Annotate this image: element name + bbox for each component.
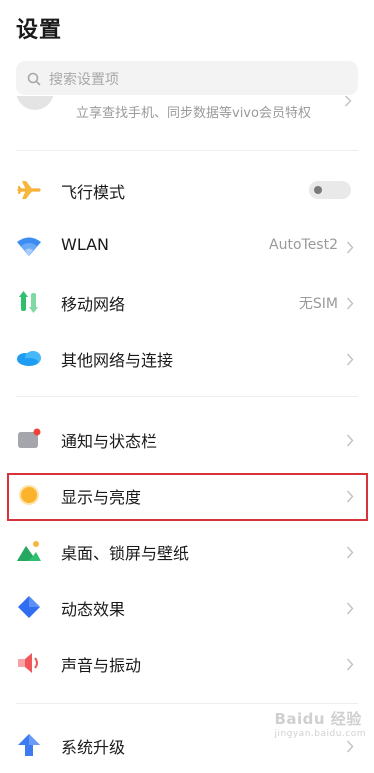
settings-item-value: AutoTest2 xyxy=(269,237,338,253)
avatar xyxy=(16,96,54,110)
settings-item-value: 无SIM xyxy=(298,296,338,312)
highlight-box xyxy=(7,473,368,521)
chevron-right-icon xyxy=(346,295,354,314)
settings-item-label: 动态效果 xyxy=(61,600,126,619)
chevron-right-icon xyxy=(346,239,354,258)
search-input[interactable]: 搜索设置项 xyxy=(16,61,358,95)
chevron-right-icon xyxy=(346,738,354,757)
settings-item-other-network[interactable]: 其他网络与连接 xyxy=(0,330,374,386)
chevron-right-icon xyxy=(346,544,354,563)
settings-item-wlan[interactable]: WLAN AutoTest2 xyxy=(0,218,374,274)
settings-item-mobile[interactable]: 移动网络 无SIM xyxy=(0,274,374,330)
settings-item-label: 声音与振动 xyxy=(61,656,142,675)
chevron-right-icon xyxy=(346,600,354,619)
divider xyxy=(16,396,358,397)
notification-icon xyxy=(16,426,42,452)
settings-item-label: 通知与状态栏 xyxy=(61,432,158,451)
cloud-icon xyxy=(16,345,42,371)
settings-item-label: WLAN xyxy=(61,235,110,254)
toggle-knob xyxy=(314,186,322,194)
upgrade-arrow-icon xyxy=(16,732,42,758)
settings-item-label: 系统升级 xyxy=(61,738,126,757)
settings-item-effects[interactable]: 动态效果 xyxy=(0,579,374,635)
settings-item-notification[interactable]: 通知与状态栏 xyxy=(0,411,374,467)
settings-item-label: 桌面、锁屏与壁纸 xyxy=(61,544,190,563)
mobile-data-icon xyxy=(16,289,42,315)
effects-icon xyxy=(16,594,42,620)
chevron-right-icon xyxy=(346,432,354,451)
settings-item-desktop[interactable]: 桌面、锁屏与壁纸 xyxy=(0,523,374,579)
settings-item-label: 移动网络 xyxy=(61,295,126,314)
divider xyxy=(16,703,358,704)
search-icon xyxy=(27,71,41,90)
airplane-toggle[interactable] xyxy=(309,181,351,199)
settings-item-airplane[interactable]: 飞行模式 xyxy=(0,162,374,218)
speaker-icon xyxy=(16,650,42,676)
chevron-right-icon xyxy=(346,656,354,675)
airplane-icon xyxy=(16,177,42,203)
wallpaper-icon xyxy=(16,538,42,564)
account-card[interactable]: 立享查找手机、同步数据等vivo会员特权 xyxy=(0,96,374,136)
chevron-right-icon xyxy=(346,351,354,370)
watermark-sub: jingyan.baidu.com xyxy=(274,729,366,739)
settings-item-sound[interactable]: 声音与振动 xyxy=(0,635,374,691)
search-placeholder: 搜索设置项 xyxy=(49,72,119,88)
chevron-right-icon xyxy=(344,96,352,111)
wifi-icon xyxy=(16,233,42,259)
watermark: Baidu 经验 jingyan.baidu.com xyxy=(274,708,366,739)
page-title: 设置 xyxy=(16,18,63,43)
watermark-text: Baidu 经验 xyxy=(274,710,362,728)
settings-item-label: 飞行模式 xyxy=(61,183,126,202)
account-subtitle: 立享查找手机、同步数据等vivo会员特权 xyxy=(76,106,311,121)
divider xyxy=(16,150,358,151)
settings-item-label: 其他网络与连接 xyxy=(61,351,174,370)
